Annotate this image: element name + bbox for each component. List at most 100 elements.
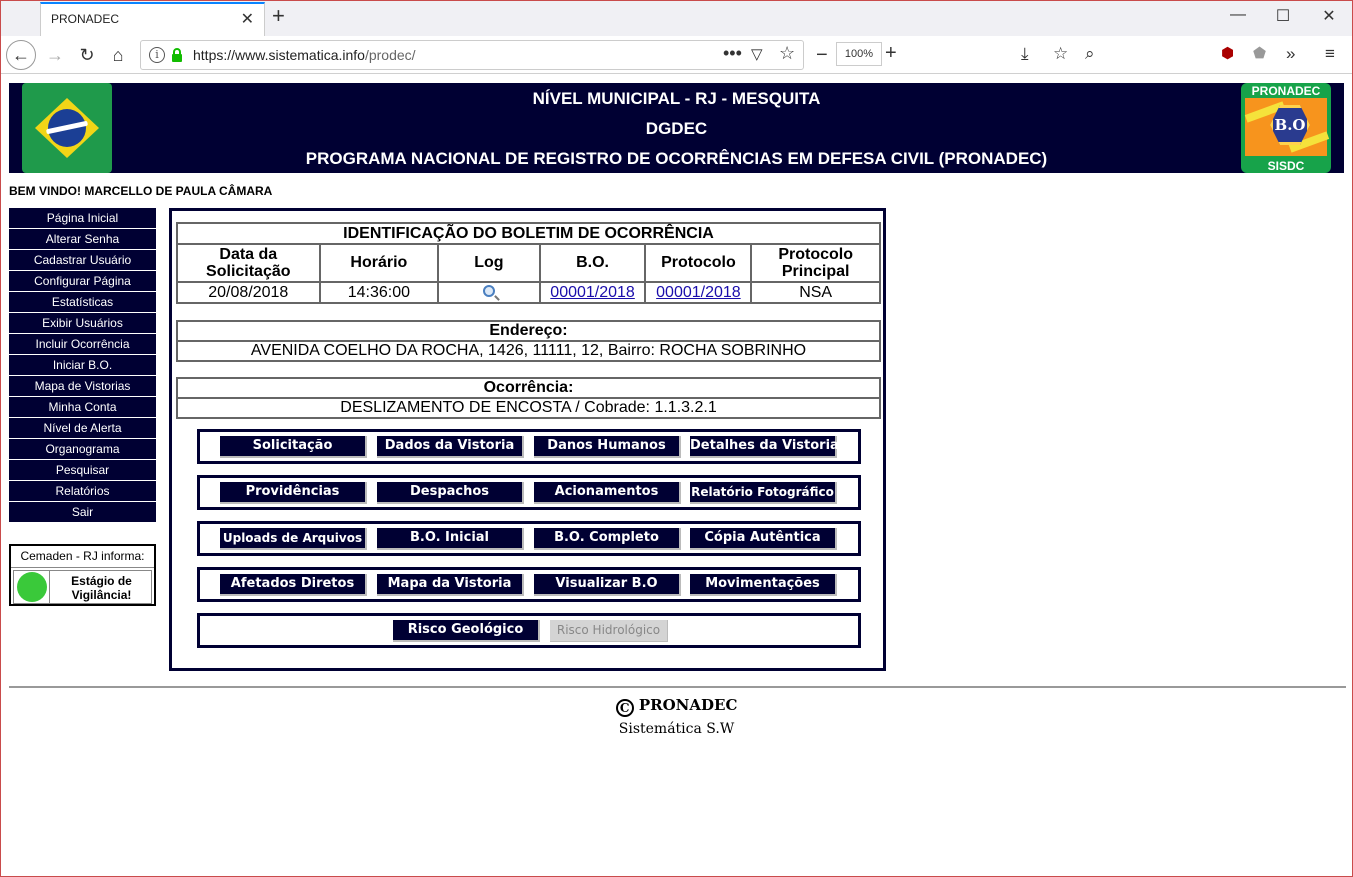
risco-hidrologico-button[interactable]: Risco Hidrológico	[550, 620, 668, 642]
forward-icon[interactable]: →	[42, 42, 68, 68]
menu-item-exibir-usuarios[interactable]: Exibir Usuários	[9, 313, 156, 333]
logo-bottom-text: SISDC	[1267, 159, 1305, 173]
actions-row-1: Solicitação Dados da Vistoria Danos Huma…	[197, 429, 861, 464]
library-icon[interactable]: ☆	[1053, 44, 1068, 64]
search-icon[interactable]: ⌕	[1085, 44, 1095, 64]
relatorio-fotografico-button[interactable]: Relatório Fotográfico	[690, 482, 837, 504]
close-window-icon[interactable]: ✕	[1319, 6, 1339, 26]
new-tab-icon[interactable]: +	[272, 3, 285, 29]
overflow-icon[interactable]: »	[1286, 44, 1295, 64]
col-header-time: Horário	[318, 243, 440, 283]
download-icon[interactable]: ⤓	[1021, 44, 1029, 64]
footer-company: Sistemática S.W	[618, 721, 735, 737]
col-header-log: Log	[437, 243, 541, 283]
detalhes-da-vistoria-button[interactable]: Detalhes da Vistoria	[690, 436, 839, 458]
danos-humanos-button[interactable]: Danos Humanos	[534, 436, 681, 458]
header-line-3: PROGRAMA NACIONAL DE REGISTRO DE OCORRÊN…	[305, 149, 1048, 168]
menu-icon[interactable]: ≡	[1325, 44, 1335, 64]
menu-item-incluir-ocorrencia[interactable]: Incluir Ocorrência	[9, 334, 156, 354]
footer-brand-text: PRONADEC	[638, 696, 738, 714]
shield-icon[interactable]: ⬟	[1253, 44, 1266, 62]
alert-status-indicator	[17, 572, 47, 602]
mapa-da-vistoria-button[interactable]: Mapa da Vistoria	[377, 574, 524, 596]
col-header-bo: B.O.	[538, 243, 647, 283]
menu-item-alterar-senha[interactable]: Alterar Senha	[9, 229, 156, 249]
menu-item-pesquisar[interactable]: Pesquisar	[9, 460, 156, 480]
menu-item-sair[interactable]: Sair	[9, 502, 156, 522]
despachos-button[interactable]: Despachos	[377, 482, 524, 504]
minimize-icon[interactable]: —	[1228, 6, 1248, 24]
menu-item-configurar-pagina[interactable]: Configurar Página	[9, 271, 156, 291]
uploads-de-arquivos-button[interactable]: Uploads de Arquivos	[220, 528, 367, 550]
bo-completo-button[interactable]: B.O. Completo	[534, 528, 681, 550]
menu-item-mapa-de-vistorias[interactable]: Mapa de Vistorias	[9, 376, 156, 396]
providencias-button[interactable]: Providências	[220, 482, 367, 504]
risco-geologico-button[interactable]: Risco Geológico	[393, 620, 540, 642]
solicitacao-button[interactable]: Solicitação	[220, 436, 367, 458]
dados-da-vistoria-button[interactable]: Dados da Vistoria	[377, 436, 524, 458]
occurrence-table: Ocorrência: DESLIZAMENTO DE ENCOSTA / Co…	[176, 377, 881, 419]
occurrence-label: Ocorrência:	[176, 377, 881, 399]
cell-time: 14:36:00	[318, 281, 440, 304]
address-table: Endereço: AVENIDA COELHO DA ROCHA, 1426,…	[176, 320, 881, 362]
back-icon[interactable]: ←	[6, 40, 36, 70]
movimentacoes-button[interactable]: Movimentações	[690, 574, 837, 596]
col-header-date: Data da Solicitação	[176, 243, 321, 283]
col-header-protocol: Protocolo	[644, 243, 753, 283]
footer-brand: C PRONADEC	[0, 696, 1353, 717]
menu-item-estatisticas[interactable]: Estatísticas	[9, 292, 156, 312]
main-panel: IDENTIFICAÇÃO DO BOLETIM DE OCORRÊNCIA D…	[169, 208, 886, 671]
tab-title: PRONADEC	[51, 12, 120, 26]
actions-row-2: Providências Despachos Acionamentos Rela…	[197, 475, 861, 510]
menu-item-minha-conta[interactable]: Minha Conta	[9, 397, 156, 417]
logo-top-text: PRONADEC	[1251, 84, 1321, 98]
bo-identification-table: IDENTIFICAÇÃO DO BOLETIM DE OCORRÊNCIA D…	[176, 222, 881, 304]
address-value: AVENIDA COELHO DA ROCHA, 1426, 11111, 12…	[176, 340, 881, 362]
menu-item-organograma[interactable]: Organograma	[9, 439, 156, 459]
menu-item-cadastrar-usuario[interactable]: Cadastrar Usuário	[9, 250, 156, 270]
actions-row-3: Uploads de Arquivos B.O. Inicial B.O. Co…	[197, 521, 861, 556]
bookmark-star-icon[interactable]: ☆	[779, 43, 795, 64]
risk-row: Risco Geológico Risco Hidrológico	[197, 613, 861, 648]
bo-inicial-button[interactable]: B.O. Inicial	[377, 528, 524, 550]
menu-item-pagina-inicial[interactable]: Página Inicial	[9, 208, 156, 228]
page-actions-icon[interactable]: •••	[723, 43, 742, 64]
address-label: Endereço:	[176, 320, 881, 342]
cemaden-box: Cemaden - RJ informa: Estágio de Vigilân…	[9, 544, 156, 606]
occurrence-value: DESLIZAMENTO DE ENCOSTA / Cobrade: 1.1.3…	[176, 397, 881, 419]
afetados-diretos-button[interactable]: Afetados Diretos	[220, 574, 367, 596]
ublock-icon[interactable]: ⬢	[1221, 44, 1234, 62]
pocket-icon[interactable]: ▽	[751, 45, 763, 63]
tab-bar: PRONADEC ✕ + — ☐ ✕	[0, 0, 1353, 36]
side-menu: Página Inicial Alterar Senha Cadastrar U…	[9, 208, 156, 523]
reload-icon[interactable]: ↻	[74, 42, 100, 68]
url-host: https://www.sistematica.info	[193, 47, 365, 63]
magnifier-icon[interactable]	[482, 284, 495, 297]
cell-date: 20/08/2018	[176, 281, 321, 304]
site-header: NÍVEL MUNICIPAL - RJ - MESQUITA DGDEC PR…	[9, 83, 1344, 173]
acionamentos-button[interactable]: Acionamentos	[534, 482, 681, 504]
menu-item-relatorios[interactable]: Relatórios	[9, 481, 156, 501]
maximize-icon[interactable]: ☐	[1273, 6, 1293, 26]
bo-number-link[interactable]: 00001/2018	[550, 284, 635, 301]
url-bar[interactable]: i https://www.sistematica.info/prodec/ •…	[140, 40, 804, 70]
header-line-2: DGDEC	[645, 119, 708, 138]
protocol-link[interactable]: 00001/2018	[656, 284, 741, 301]
copia-autentica-button[interactable]: Cópia Autêntica	[690, 528, 837, 550]
menu-item-nivel-de-alerta[interactable]: Nível de Alerta	[9, 418, 156, 438]
footer-divider	[9, 686, 1346, 688]
cell-protocol: 00001/2018	[644, 281, 753, 304]
cell-main-protocol: NSA	[750, 281, 881, 304]
url-text: https://www.sistematica.info/prodec/	[193, 47, 416, 63]
lock-icon	[172, 48, 182, 62]
zoom-in-icon[interactable]: +	[885, 42, 897, 65]
copyright-icon: C	[615, 699, 634, 717]
info-icon[interactable]: i	[149, 47, 165, 63]
browser-tab[interactable]: PRONADEC ✕	[40, 2, 265, 36]
zoom-level[interactable]: 100%	[836, 42, 882, 66]
visualizar-bo-button[interactable]: Visualizar B.O	[534, 574, 681, 596]
zoom-out-icon[interactable]: −	[816, 44, 828, 67]
menu-item-iniciar-bo[interactable]: Iniciar B.O.	[9, 355, 156, 375]
home-icon[interactable]: ⌂	[105, 42, 131, 68]
close-tab-icon[interactable]: ✕	[241, 9, 254, 29]
